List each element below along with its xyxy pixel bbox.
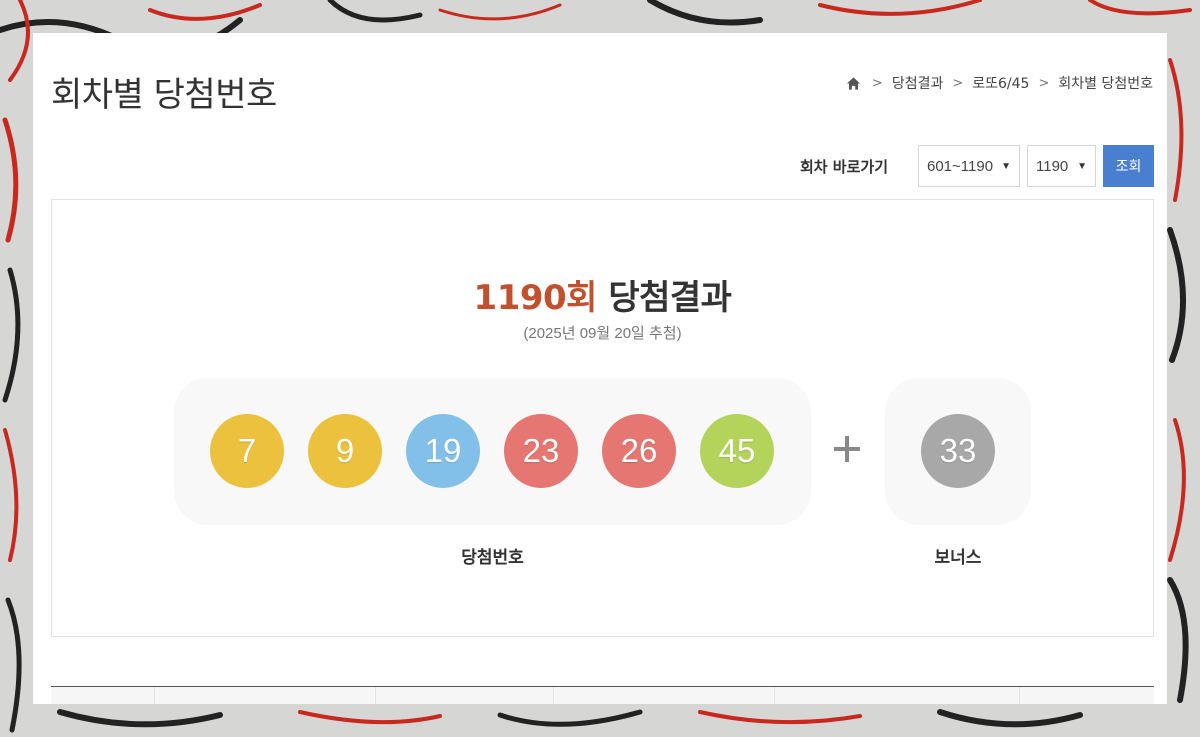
winning-ball: 45: [700, 414, 774, 488]
table-header-cell: [51, 687, 155, 704]
breadcrumb-item-results[interactable]: 당첨결과: [892, 73, 944, 93]
table-header-cell: [554, 687, 775, 704]
winning-ball: 26: [602, 414, 676, 488]
round-navigation: 회차 바로가기 601~1190 ▼ 1190 ▼ 조회: [800, 145, 1154, 187]
breadcrumb-item-lotto[interactable]: 로또6/45: [972, 73, 1029, 93]
page-title: 회차별 당첨번호: [51, 75, 277, 115]
caret-down-icon: ▼: [1001, 160, 1011, 172]
winning-numbers-box: 7 9 19 23 26 45: [174, 378, 811, 525]
round-number: 1190회: [473, 278, 598, 318]
caret-down-icon: ▼: [1077, 160, 1087, 172]
result-heading: 1190회 당첨결과: [52, 270, 1153, 319]
table-header-cell: [155, 687, 376, 704]
result-panel: 1190회 당첨결과 (2025년 09월 20일 추첨) 7 9 19 23 …: [51, 199, 1154, 637]
chevron-right-icon: >: [1038, 75, 1050, 91]
bonus-caption: 보너스: [934, 548, 982, 568]
table-header-cell: [1020, 687, 1154, 704]
plus-icon: [834, 436, 860, 462]
breadcrumb-item-current[interactable]: 회차별 당첨번호: [1058, 73, 1153, 93]
results-table-header: [51, 686, 1154, 704]
table-header-cell: [376, 687, 554, 704]
draw-date: (2025년 09월 20일 추첨): [523, 325, 682, 342]
chevron-right-icon: >: [952, 75, 964, 91]
query-button[interactable]: 조회: [1103, 145, 1154, 187]
winning-ball: 9: [308, 414, 382, 488]
winning-ball: 23: [504, 414, 578, 488]
bonus-number-box: 33: [885, 378, 1031, 525]
round-range-value: 601~1190: [927, 157, 994, 175]
chevron-right-icon: >: [871, 75, 883, 91]
round-range-select[interactable]: 601~1190 ▼: [918, 145, 1020, 187]
round-number-select[interactable]: 1190 ▼: [1027, 145, 1096, 187]
winning-numbers-caption: 당첨번호: [461, 548, 524, 568]
round-number-value: 1190: [1036, 157, 1069, 175]
result-heading-suffix: 당첨결과: [608, 278, 732, 318]
main-content-card: 회차별 당첨번호 > 당첨결과 > 로또6/45 > 회차별 당첨번호 회차 바…: [33, 33, 1167, 704]
winning-ball: 7: [210, 414, 284, 488]
breadcrumb: > 당첨결과 > 로또6/45 > 회차별 당첨번호: [846, 73, 1153, 93]
table-header-cell: [775, 687, 1020, 704]
bonus-ball: 33: [921, 414, 995, 488]
round-nav-label: 회차 바로가기: [799, 157, 888, 176]
home-icon[interactable]: [846, 76, 861, 91]
winning-ball: 19: [406, 414, 480, 488]
